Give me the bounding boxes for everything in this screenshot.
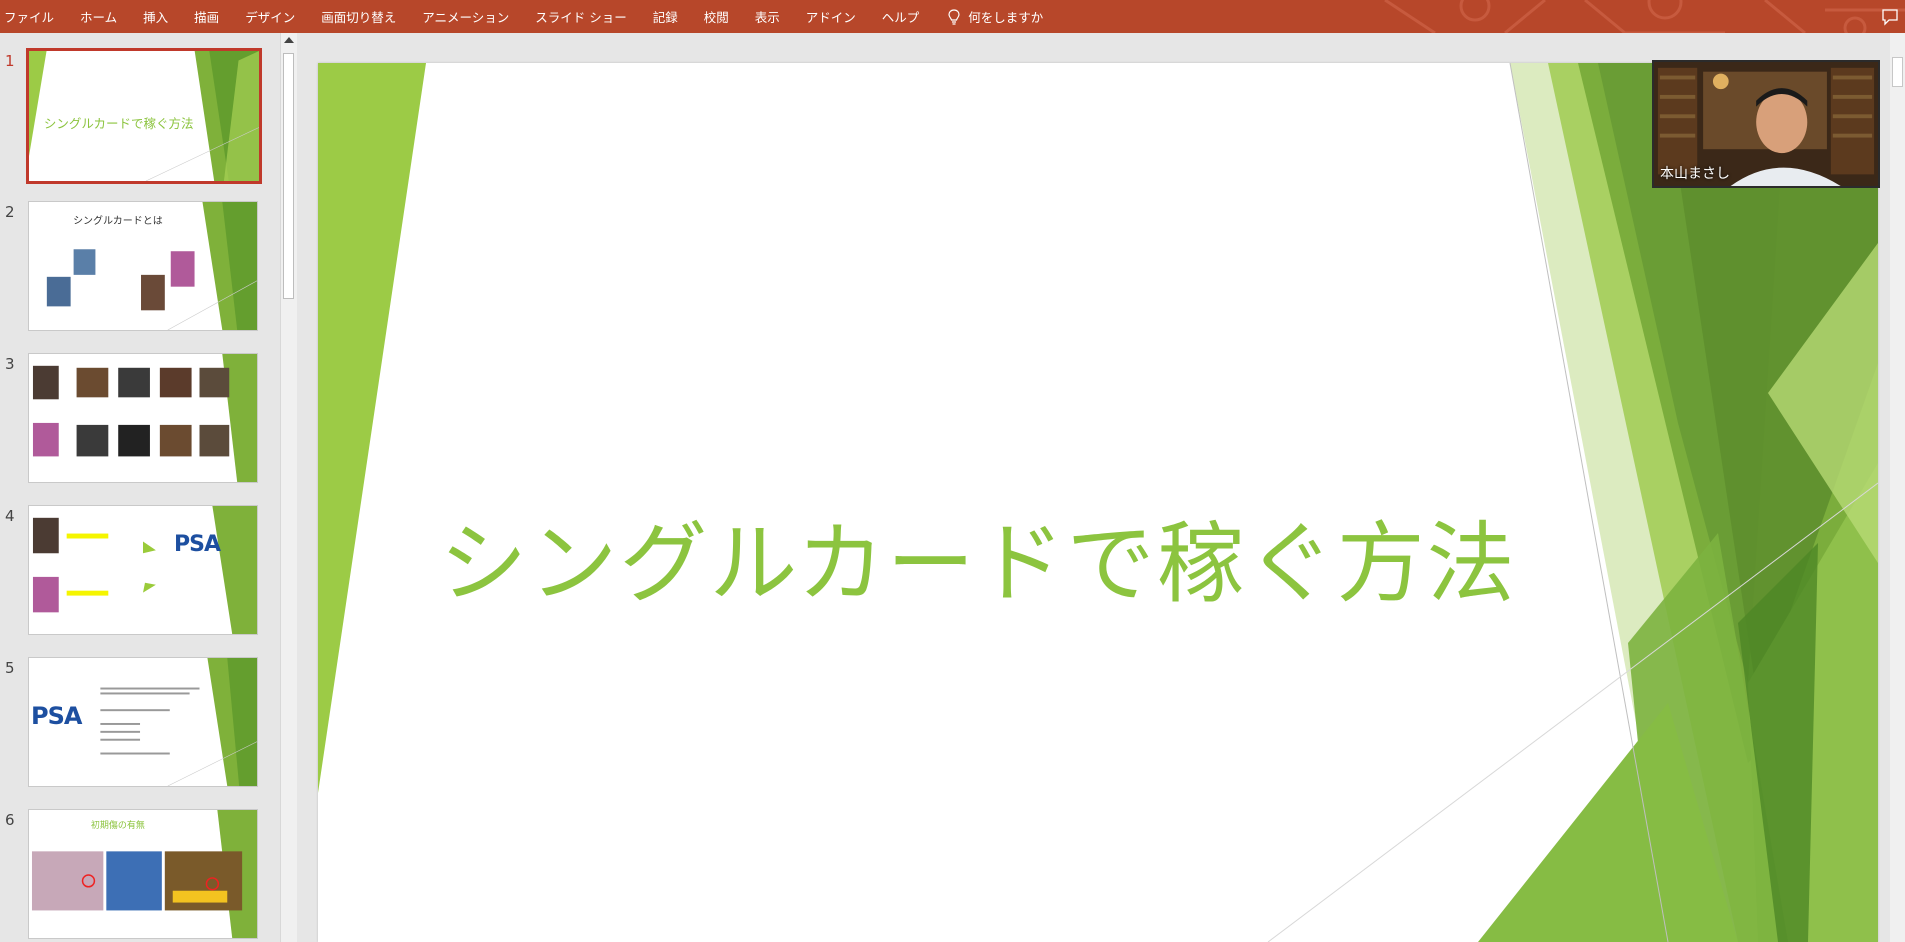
tab-help[interactable]: ヘルプ [869,0,933,33]
slide-canvas[interactable]: シングルカードで稼ぐ方法 [318,63,1878,942]
tab-file[interactable]: ファイル [0,0,67,33]
thumbnail-row[interactable]: 3 [0,353,270,485]
thumbnail-card-grid [32,354,257,482]
tab-record[interactable]: 記録 [640,0,691,33]
slide-thumbnail-6[interactable]: 初期傷の有無 [28,809,258,939]
tab-addins[interactable]: アドイン [793,0,869,33]
slide-thumbnail-5[interactable]: PSA [28,657,258,787]
slide-thumbnail-4[interactable]: PSA [28,505,258,635]
tell-me-label: 何をしますか [968,10,1044,25]
thumbnail-title: 初期傷の有無 [90,821,145,831]
tell-me-search[interactable]: 何をしますか [932,0,1043,33]
thumbnail-row[interactable]: 2 シングルカードとは [0,201,270,333]
thumbnail-title: シングルカードで稼ぐ方法 [43,116,194,131]
tab-slideshow[interactable]: スライド ショー [522,0,639,33]
psa-logo: PSA [174,532,221,557]
slide-thumbnail-1[interactable]: シングルカードで稼ぐ方法 [26,48,262,184]
thumbnail-scrollbar[interactable] [280,33,297,942]
participant-name: 本山まさし [1660,166,1730,182]
scrollbar-thumb[interactable] [283,53,294,299]
tab-draw[interactable]: 描画 [181,0,232,33]
psa-logo: PSA [31,702,82,730]
lightbulb-icon [948,8,960,25]
thumbnail-row[interactable]: 6 初期傷の有無 [0,809,270,941]
tab-insert[interactable]: 挿入 [130,0,181,33]
tab-design[interactable]: デザイン [232,0,308,33]
tab-animations[interactable]: アニメーション [409,0,522,33]
tab-review[interactable]: 校閲 [691,0,742,33]
slide-thumbnail-3[interactable] [28,353,258,483]
slide-scrollbar[interactable] [1890,33,1905,942]
thumbnail-green-decoration [32,506,257,634]
tab-view[interactable]: 表示 [742,0,793,33]
slide-number: 5 [5,659,15,677]
tab-home[interactable]: ホーム [67,0,130,33]
comment-icon[interactable] [1881,8,1899,26]
slide-number: 3 [5,355,15,373]
ribbon-circuit-pattern [1384,0,1905,33]
thumbnail-row[interactable]: 5 PSA [0,657,270,789]
slide-number: 2 [5,203,15,221]
scroll-up-arrow-icon[interactable] [284,37,294,43]
thumbnail-row[interactable]: 4 PSA [0,505,270,637]
slide-number: 6 [5,811,15,829]
thumbnail-title: シングルカードとは [73,216,163,227]
slide-thumbnail-pane: 1 シングルカードで稼ぐ方法 2 シングルカードとは 3 4 PSA 5 PSA… [0,33,280,942]
ribbon-tab-bar: ファイル ホーム 挿入 描画 デザイン 画面切り替え アニメーション スライド … [0,0,1905,33]
tab-transitions[interactable]: 画面切り替え [308,0,409,33]
slide-number: 1 [5,52,15,70]
slide-title[interactable]: シングルカードで稼ぐ方法 [358,493,1598,620]
slide-thumbnail-2[interactable]: シングルカードとは [28,201,258,331]
scrollbar-thumb[interactable] [1892,57,1903,87]
slide-number: 4 [5,507,15,525]
thumbnail-row[interactable]: 1 シングルカードで稼ぐ方法 [0,48,270,184]
participant-video-tile[interactable]: 本山まさし [1652,60,1880,188]
